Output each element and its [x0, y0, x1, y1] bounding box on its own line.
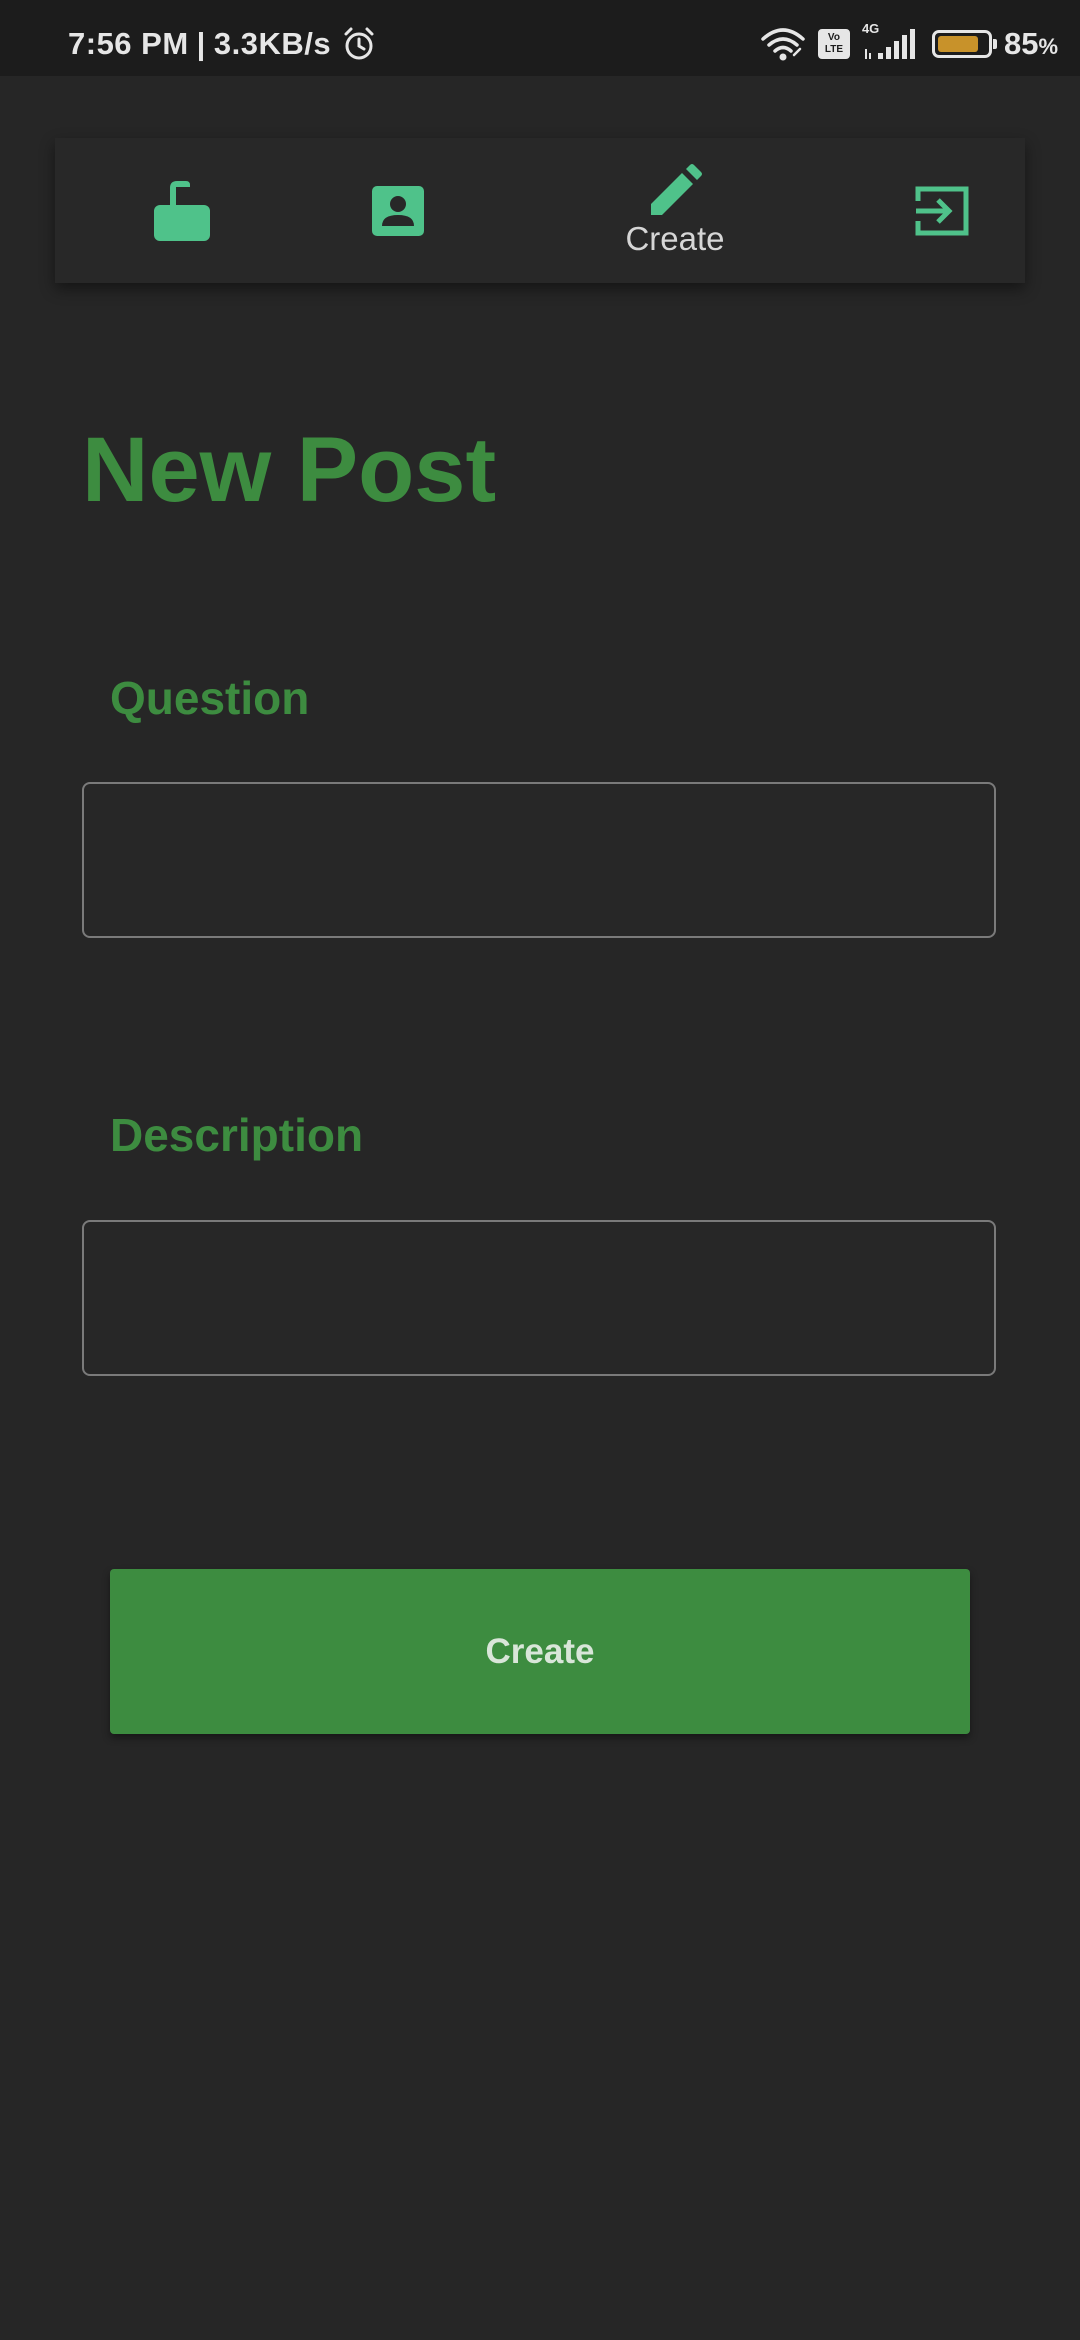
nav-item-login[interactable] — [887, 138, 997, 283]
status-left: 7:56 PM | 3.3KB/s — [68, 26, 377, 62]
question-input[interactable] — [82, 782, 996, 938]
volte-top-text: Vo — [827, 32, 840, 43]
network-speed: 3.3KB/s — [213, 26, 332, 61]
description-label: Description — [110, 1109, 364, 1161]
status-right: Vo LTE 4G 85% — [760, 21, 1058, 62]
description-input[interactable] — [82, 1220, 996, 1376]
battery-level — [937, 36, 978, 52]
volte-bottom-text: LTE — [824, 44, 844, 55]
battery-icon — [931, 30, 997, 58]
login-icon — [915, 186, 969, 235]
status-bar: 7:56 PM | 3.3KB/s Vo LTE 4G 85% — [0, 0, 1080, 76]
battery-percent-value: 85 — [1003, 26, 1039, 61]
nav-label-create: Create — [625, 219, 725, 257]
top-nav: Create — [55, 138, 1025, 283]
volte-icon: Vo LTE — [817, 29, 850, 59]
create-button[interactable]: Create — [110, 1569, 970, 1734]
nav-item-profile[interactable] — [343, 138, 453, 283]
wifi-icon — [761, 28, 805, 61]
alarm-icon — [344, 27, 374, 60]
status-separator: | — [196, 26, 206, 61]
contact-card-icon — [372, 185, 424, 236]
question-label: Question — [110, 672, 310, 724]
pencil-icon — [651, 163, 702, 215]
page-title: New Post — [82, 419, 497, 521]
nav-item-create[interactable]: Create — [575, 138, 775, 283]
battery-percent-unit: % — [1038, 34, 1058, 59]
nav-item-lock[interactable] — [127, 138, 237, 283]
signal-group: 4G — [862, 21, 920, 61]
battery-percent: 85% — [1004, 26, 1058, 62]
signal-icon — [864, 29, 915, 59]
status-time: 7:56 PM — [68, 26, 189, 61]
lock-open-icon — [154, 180, 210, 241]
